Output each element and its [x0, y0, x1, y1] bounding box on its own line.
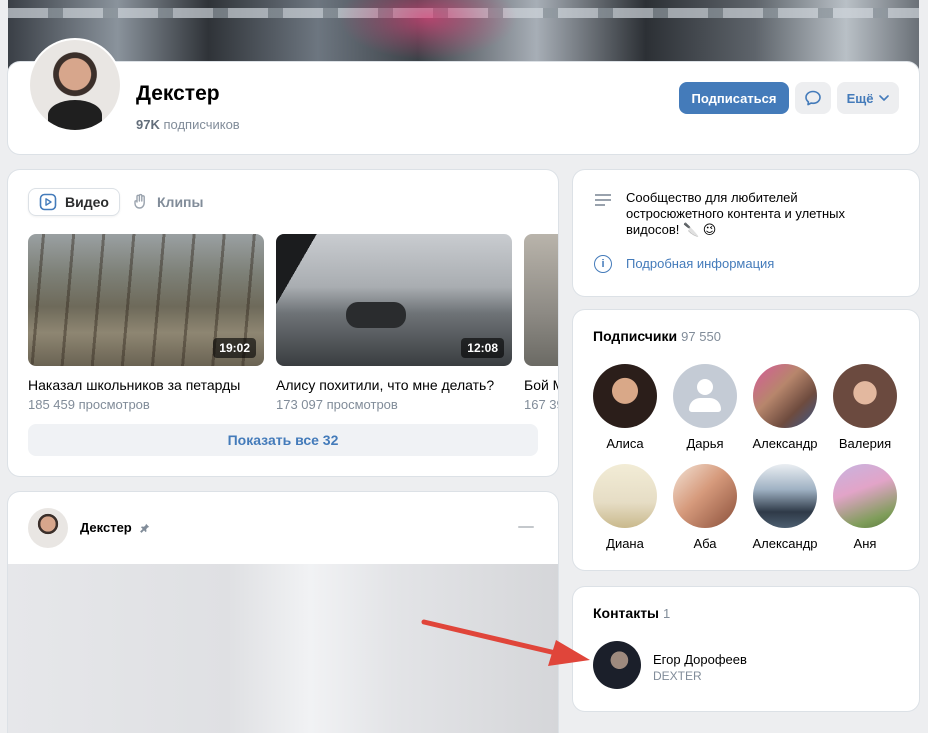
video-item[interactable]: Бой М 167 39	[524, 234, 558, 412]
subscriber-name[interactable]: Александр	[745, 536, 825, 551]
video-views: 185 459 просмотров	[28, 397, 150, 412]
video-views: 167 39	[524, 397, 558, 412]
subscriber-item[interactable]: Аня	[825, 464, 905, 551]
subscribers-word: подписчиков	[163, 117, 240, 132]
user-placeholder-icon[interactable]	[673, 364, 737, 428]
info-icon: i	[594, 255, 612, 273]
subscriber-avatar[interactable]	[673, 464, 737, 528]
subscriber-item[interactable]: Аба	[665, 464, 745, 551]
subscriber-avatar[interactable]	[593, 464, 657, 528]
subscribe-button[interactable]: Подписаться	[679, 82, 789, 114]
message-button[interactable]	[795, 82, 831, 114]
video-duration: 12:08	[461, 338, 504, 358]
tab-clips-label: Клипы	[157, 194, 204, 210]
description-icon	[595, 194, 611, 208]
subscriber-item[interactable]: Александр	[745, 364, 825, 451]
contact-role: DEXTER	[653, 669, 702, 683]
wall-post: Декстер	[8, 492, 558, 733]
video-views: 173 097 просмотров	[276, 397, 398, 412]
video-thumbnail[interactable]: 12:08	[276, 234, 512, 366]
clips-icon	[134, 193, 145, 209]
annotation-arrow-icon	[421, 619, 590, 666]
contacts-title[interactable]: Контакты 1	[593, 605, 670, 621]
more-info-link[interactable]: Подробная информация	[626, 256, 774, 271]
tab-video-label: Видео	[65, 194, 109, 210]
subscriber-item[interactable]: Александр	[745, 464, 825, 551]
group-header: Декстер 97K подписчиков Подписаться Ещё	[8, 38, 919, 154]
subscriber-name[interactable]: Алиса	[585, 436, 665, 451]
video-duration: 19:02	[213, 338, 256, 358]
group-avatar[interactable]	[28, 38, 122, 132]
contacts-title-label: Контакты	[593, 605, 660, 621]
subscriber-item[interactable]: Диана	[585, 464, 665, 551]
subscribers-short: 97K	[136, 117, 160, 132]
contacts-count: 1	[663, 606, 671, 621]
post-author-avatar[interactable]	[28, 508, 68, 548]
group-name: Декстер	[136, 82, 220, 105]
video-title[interactable]: Наказал школьников за петарды	[28, 377, 264, 393]
post-author-name: Декстер	[80, 520, 132, 535]
contacts-block: Контакты 1 Егор Дорофеев DEXTER	[573, 587, 919, 711]
post-menu-button[interactable]	[518, 526, 534, 528]
subscriber-avatar[interactable]	[753, 464, 817, 528]
contact-name[interactable]: Егор Дорофеев	[653, 652, 747, 667]
chevron-down-icon	[879, 95, 890, 101]
pin-icon	[139, 523, 149, 533]
subscriber-avatar[interactable]	[833, 464, 897, 528]
video-item[interactable]: 19:02 Наказал школьников за петарды 185 …	[28, 234, 264, 412]
subscriber-name[interactable]: Дарья	[665, 436, 745, 451]
subscribers-count[interactable]: 97K подписчиков	[136, 117, 240, 132]
description-text: Сообщество для любителей остросюжетного …	[626, 190, 845, 237]
subscriber-avatar[interactable]	[833, 364, 897, 428]
more-button-label: Ещё	[846, 90, 874, 106]
subscriber-name[interactable]: Аня	[825, 536, 905, 551]
subscriber-item[interactable]: Алиса	[585, 364, 665, 451]
show-all-videos-button[interactable]: Показать все 32	[28, 424, 538, 456]
video-thumbnail[interactable]	[524, 234, 558, 366]
video-title[interactable]: Бой М	[524, 377, 558, 393]
subscribers-title-label: Подписчики	[593, 328, 678, 344]
video-thumbnail[interactable]: 19:02	[28, 234, 264, 366]
tab-clips[interactable]: Клипы	[121, 188, 213, 216]
message-icon	[805, 90, 821, 106]
video-item[interactable]: 12:08 Алису похитили, что мне делать? 17…	[276, 234, 512, 412]
subscriber-avatar[interactable]	[593, 364, 657, 428]
subscribers-block: Подписчики 97 550 Алиса Дарья Александр В…	[573, 310, 919, 570]
subscriber-avatar[interactable]	[753, 364, 817, 428]
subscriber-item[interactable]: Дарья	[665, 364, 745, 451]
play-icon	[39, 193, 57, 211]
subscribers-total: 97 550	[681, 329, 721, 344]
subscriber-name[interactable]: Валерия	[825, 436, 905, 451]
contact-avatar[interactable]	[593, 641, 641, 689]
description-block: Сообщество для любителей остросюжетного …	[573, 170, 919, 296]
tab-video[interactable]: Видео	[28, 188, 120, 216]
subscriber-name[interactable]: Александр	[745, 436, 825, 451]
subscribers-title[interactable]: Подписчики 97 550	[593, 328, 721, 344]
more-button[interactable]: Ещё	[837, 82, 899, 114]
subscriber-item[interactable]: Валерия	[825, 364, 905, 451]
subscriber-name[interactable]: Диана	[585, 536, 665, 551]
video-title[interactable]: Алису похитили, что мне делать?	[276, 377, 512, 393]
subscriber-name[interactable]: Аба	[665, 536, 745, 551]
post-author[interactable]: Декстер	[80, 520, 150, 535]
videos-block: Видео Клипы 19:02 Наказал школьников за …	[8, 170, 558, 476]
